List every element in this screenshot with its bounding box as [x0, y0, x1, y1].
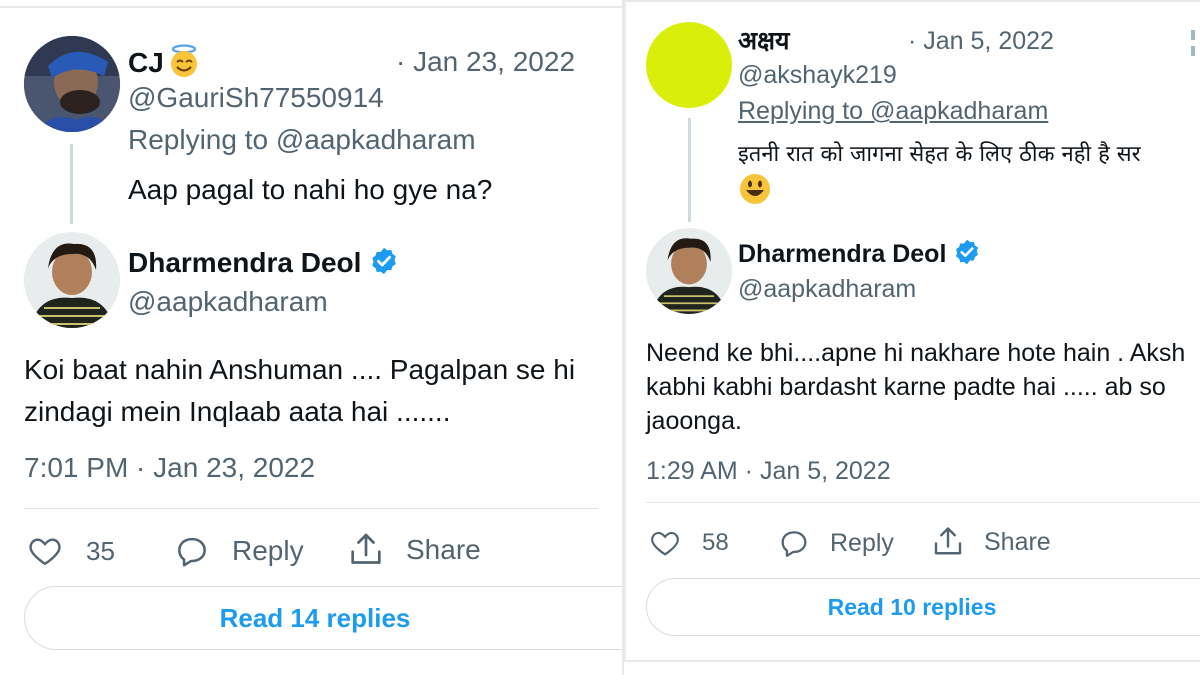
- reply-button[interactable]: Reply: [776, 524, 894, 562]
- share-label: Share: [984, 527, 1051, 556]
- reply-avatar[interactable]: [646, 22, 732, 108]
- reply-button[interactable]: Reply: [172, 530, 304, 572]
- tweet-author-name[interactable]: Dharmendra Deol: [128, 246, 399, 283]
- read-replies-button[interactable]: Read 10 replies: [646, 578, 1200, 636]
- reply-text: Aap pagal to nahi ho gye na?: [128, 174, 493, 205]
- reply-author-handle[interactable]: @GauriSh77550914: [128, 82, 384, 114]
- reply-text: इतनी रात को जागना सेहत के लिए ठीक नही है…: [738, 142, 1141, 167]
- like-count: 35: [86, 535, 115, 566]
- more-options-icon[interactable]: [1190, 28, 1196, 62]
- tweet-text-line-1: Neend ke bhi....apne hi nakhare hote hai…: [646, 339, 1186, 367]
- verified-badge-icon: [369, 246, 399, 283]
- share-button[interactable]: Share: [930, 522, 1051, 562]
- tweet-card-left: CJ · Jan 23, 2022 @GauriSh77550914 Reply…: [0, 6, 622, 675]
- reply-label: Reply: [232, 535, 304, 566]
- tweet-avatar[interactable]: [24, 232, 120, 328]
- reply-author-name[interactable]: CJ: [128, 44, 202, 85]
- divider: [24, 508, 598, 509]
- tweet-text-line-3: jaoonga.: [646, 407, 742, 435]
- verified-badge-icon: [953, 238, 981, 273]
- divider: [646, 502, 1200, 503]
- share-upload-icon: [346, 530, 386, 570]
- replying-to-link[interactable]: Replying to @aapkadharam: [738, 96, 1048, 126]
- tweet-text-line-2: zindagi mein Inqlaab aata hai .......: [24, 396, 451, 427]
- like-button[interactable]: 58: [648, 524, 729, 562]
- reply-date[interactable]: · Jan 23, 2022: [396, 46, 575, 78]
- thread-line: [70, 144, 73, 224]
- tweet-author-handle[interactable]: @aapkadharam: [128, 286, 328, 318]
- replying-to-link[interactable]: Replying to @aapkadharam: [128, 124, 476, 156]
- share-upload-icon: [930, 524, 966, 560]
- reply-label: Reply: [830, 528, 894, 557]
- tweet-author-name[interactable]: Dharmendra Deol: [738, 238, 981, 273]
- thread-line: [688, 118, 691, 222]
- speech-bubble-icon: [776, 526, 812, 560]
- speech-bubble-icon: [172, 532, 212, 570]
- tweet-text-line-2: kabhi kabhi bardasht karne padte hai ...…: [646, 373, 1166, 401]
- tweet-card-right: अक्षय · Jan 5, 2022 @akshayk219 Replying…: [624, 0, 1200, 662]
- tweet-timestamp[interactable]: 7:01 PM · Jan 23, 2022: [24, 452, 315, 484]
- share-button[interactable]: Share: [346, 528, 481, 572]
- heart-icon: [648, 527, 682, 559]
- tweet-author-handle[interactable]: @aapkadharam: [738, 274, 916, 304]
- tweet-avatar[interactable]: [646, 228, 732, 314]
- like-button[interactable]: 35: [26, 530, 115, 572]
- tweet-timestamp[interactable]: 1:29 AM · Jan 5, 2022: [646, 456, 891, 486]
- read-replies-button[interactable]: Read 14 replies: [24, 586, 622, 650]
- like-count: 58: [702, 529, 729, 556]
- tweet-text-line-1: Koi baat nahin Anshuman .... Pagalpan se…: [24, 354, 576, 385]
- share-label: Share: [406, 534, 481, 565]
- grinning-emoji-icon: [738, 172, 772, 211]
- reply-author-handle[interactable]: @akshayk219: [738, 60, 897, 90]
- reply-author-name[interactable]: अक्षय: [738, 26, 790, 56]
- heart-icon: [26, 533, 64, 569]
- reply-avatar[interactable]: [24, 36, 120, 132]
- reply-date[interactable]: · Jan 5, 2022: [908, 26, 1054, 56]
- smiling-halo-emoji-icon: [166, 44, 202, 85]
